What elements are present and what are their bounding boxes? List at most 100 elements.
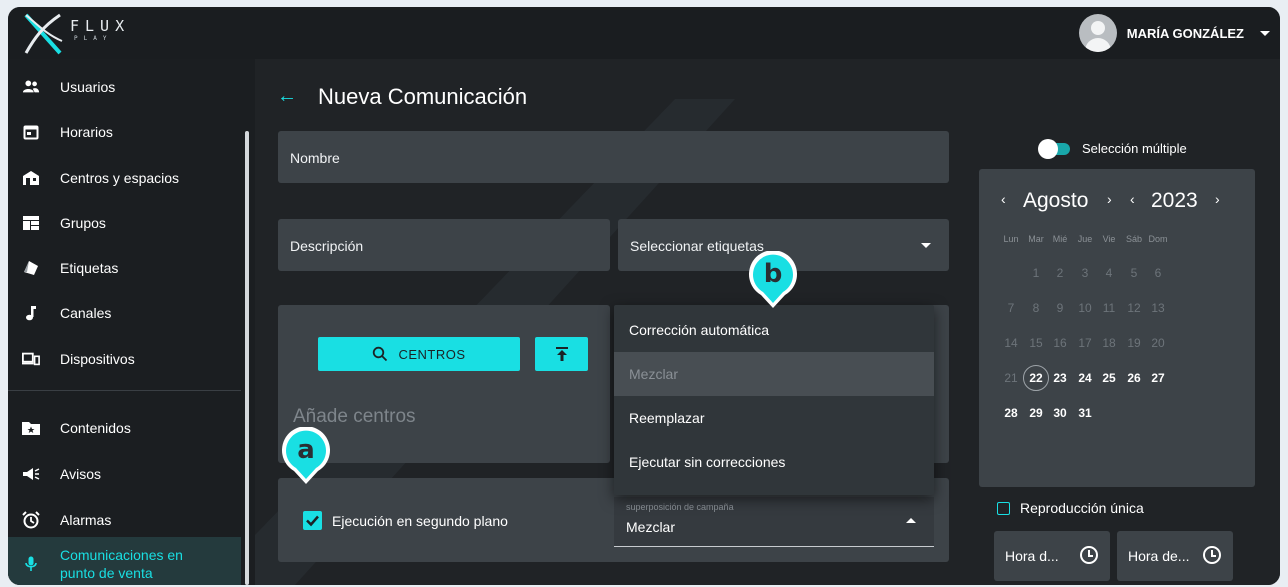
calendar-day[interactable]: 28 <box>999 402 1023 424</box>
sidebar-item-alarmas[interactable]: Alarmas <box>8 498 241 542</box>
multi-select-label: Selección múltiple <box>1082 141 1187 156</box>
campaign-overlap-select[interactable]: superposición de campaña Mezclar <box>614 497 934 547</box>
sidebar-scrollbar[interactable] <box>245 131 249 585</box>
description-field[interactable]: Descripción <box>278 219 610 271</box>
sidebar-item-label: Canales <box>60 305 112 321</box>
sidebar-item-grupos[interactable]: Grupos <box>8 201 241 245</box>
time-end-field[interactable]: Hora de... <box>1117 531 1233 581</box>
logo-subtitle: PLAY <box>74 35 113 42</box>
callout-letter: b <box>763 259 783 289</box>
sidebar-item-label: Dispositivos <box>60 351 135 367</box>
weekday-label: Jue <box>1077 234 1093 244</box>
calendar-day: 15 <box>1029 336 1043 350</box>
back-arrow-icon[interactable]: ← <box>277 85 297 108</box>
sidebar-item-avisos[interactable]: Avisos <box>8 452 241 496</box>
sidebar-item-canales[interactable]: Canales <box>8 291 241 335</box>
callout-badge-a: a <box>278 426 334 485</box>
next-month-icon[interactable]: › <box>1107 191 1112 207</box>
upload-icon <box>555 347 568 361</box>
sidebar-item-label: Alarmas <box>60 512 112 528</box>
dropdown-option[interactable]: Reemplazar <box>614 396 934 440</box>
calendar-day: 20 <box>1151 336 1165 350</box>
next-year-icon[interactable]: › <box>1215 191 1220 207</box>
campaign-overlap-dropdown: Corrección automática Mezclar Reemplazar… <box>614 305 934 495</box>
calendar-day[interactable]: 23 <box>1048 367 1072 389</box>
sidebar-item-label: Centros y espacios <box>60 170 180 186</box>
calendar-day[interactable]: 26 <box>1122 367 1146 389</box>
name-field[interactable]: Nombre <box>278 131 949 183</box>
sidebar-item-horarios[interactable]: Horarios <box>8 110 241 154</box>
sidebar: Usuarios Horarios Centros y espacios Gru… <box>8 59 255 585</box>
calendar-day: 17 <box>1078 336 1092 350</box>
checkmark-icon <box>306 515 319 527</box>
time-end-label: Hora de... <box>1128 548 1190 564</box>
page-title: Nueva Comunicación <box>318 84 528 109</box>
sidebar-item-etiquetas[interactable]: Etiquetas <box>8 246 241 290</box>
sidebar-item-contenidos[interactable]: Contenidos <box>8 406 241 450</box>
prev-month-icon[interactable]: ‹ <box>1001 191 1006 207</box>
dropdown-option: Mezclar <box>614 352 934 396</box>
weekday-label: Lun <box>1003 234 1019 244</box>
background-checkbox[interactable] <box>303 511 322 530</box>
prev-year-icon[interactable]: ‹ <box>1130 191 1135 207</box>
sidebar-item-label: Comunicaciones en punto de venta <box>60 547 183 581</box>
description-field-label: Descripción <box>290 238 364 254</box>
calendar-day: 7 <box>1007 301 1015 315</box>
main-content: ← Nueva Comunicación Nombre Descripción … <box>255 59 1280 585</box>
calendar-day: 10 <box>1078 301 1092 315</box>
sidebar-divider <box>8 390 241 391</box>
sidebar-item-label: Contenidos <box>60 420 131 436</box>
calendar-day: 1 <box>1032 266 1040 280</box>
sidebar-item-usuarios[interactable]: Usuarios <box>8 65 241 109</box>
chevron-up-icon <box>906 518 916 523</box>
centros-placeholder: Añade centros <box>293 406 416 427</box>
sidebar-item-centros[interactable]: Centros y espacios <box>8 156 241 200</box>
calendar-day: 12 <box>1127 301 1141 315</box>
calendar-day[interactable]: 31 <box>1073 402 1097 424</box>
grid-icon <box>22 214 40 232</box>
clock-icon <box>1080 546 1098 564</box>
name-field-label: Nombre <box>290 150 340 166</box>
upload-button[interactable] <box>535 337 588 371</box>
calendar-day: 3 <box>1081 266 1089 280</box>
multi-select-toggle[interactable] <box>1038 139 1072 159</box>
weekday-label: Vie <box>1102 234 1116 244</box>
users-icon <box>22 78 40 96</box>
calendar-day: 13 <box>1151 301 1165 315</box>
calendar-day[interactable]: 27 <box>1146 367 1170 389</box>
avatar <box>1078 14 1117 52</box>
chevron-down-icon <box>1260 30 1270 36</box>
campaign-overlap-label: superposición de campaña <box>626 502 734 512</box>
time-start-field[interactable]: Hora d... <box>994 531 1110 581</box>
dropdown-option[interactable]: Ejecutar sin correcciones <box>614 440 934 484</box>
calendar-day[interactable]: 29 <box>1024 402 1048 424</box>
weekday-label: Mar <box>1028 234 1044 244</box>
weekday-label: Mié <box>1052 234 1068 244</box>
centros-button-label: CENTROS <box>398 346 466 362</box>
single-play-checkbox[interactable] <box>997 502 1010 515</box>
calendar-day[interactable]: 25 <box>1097 367 1121 389</box>
centros-button[interactable]: CENTROS <box>318 337 520 371</box>
flux-play-logo[interactable]: FLUX PLAY <box>22 13 142 55</box>
calendar-day: 2 <box>1056 266 1064 280</box>
sidebar-item-label: Etiquetas <box>60 260 119 276</box>
weekday-label: Sáb <box>1125 234 1142 244</box>
calendar-day: 21 <box>1004 371 1018 385</box>
calendar-day[interactable]: 30 <box>1048 402 1072 424</box>
callout-badge-b: b <box>745 250 801 309</box>
user-menu[interactable]: MARÍA GONZÁLEZ <box>1078 13 1270 53</box>
time-start-label: Hora d... <box>1005 548 1059 564</box>
calendar-day[interactable]: 24 <box>1073 367 1097 389</box>
sidebar-item-comunicaciones[interactable]: Comunicaciones en punto de venta <box>8 537 241 585</box>
dropdown-option[interactable]: Corrección automática <box>614 308 934 352</box>
calendar-day: 14 <box>1004 336 1018 350</box>
calendar-day: 4 <box>1105 266 1113 280</box>
calendar-day[interactable]: 22 <box>1023 365 1049 391</box>
logo-x-icon <box>24 13 63 55</box>
microphone-icon <box>22 555 40 573</box>
sidebar-item-dispositivos[interactable]: Dispositivos <box>8 337 241 381</box>
folder-star-icon <box>22 419 40 437</box>
calendar-month: Agosto <box>1023 189 1089 212</box>
sidebar-item-label: Usuarios <box>60 79 116 95</box>
music-note-icon <box>22 304 40 322</box>
